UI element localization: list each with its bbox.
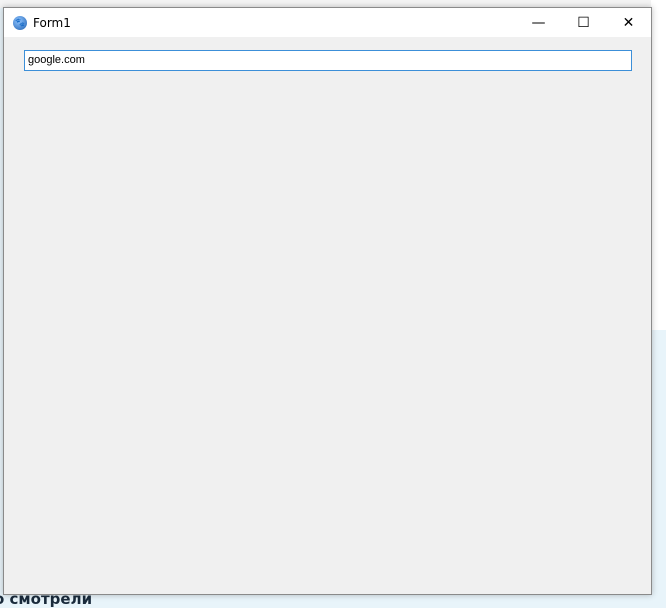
minimize-button[interactable]: — [516, 8, 561, 37]
url-input[interactable]: google.com [24, 50, 632, 71]
window-title: Form1 [33, 15, 71, 30]
maximize-button[interactable]: ☐ [561, 8, 606, 37]
form-window: 🐾 Form1 — ☐ ✕ google.com [3, 7, 652, 595]
title-bar[interactable]: 🐾 Form1 — ☐ ✕ [4, 8, 651, 37]
paw-icon: 🐾 [13, 15, 27, 30]
background-window-edge [651, 0, 666, 330]
close-button[interactable]: ✕ [606, 8, 651, 37]
